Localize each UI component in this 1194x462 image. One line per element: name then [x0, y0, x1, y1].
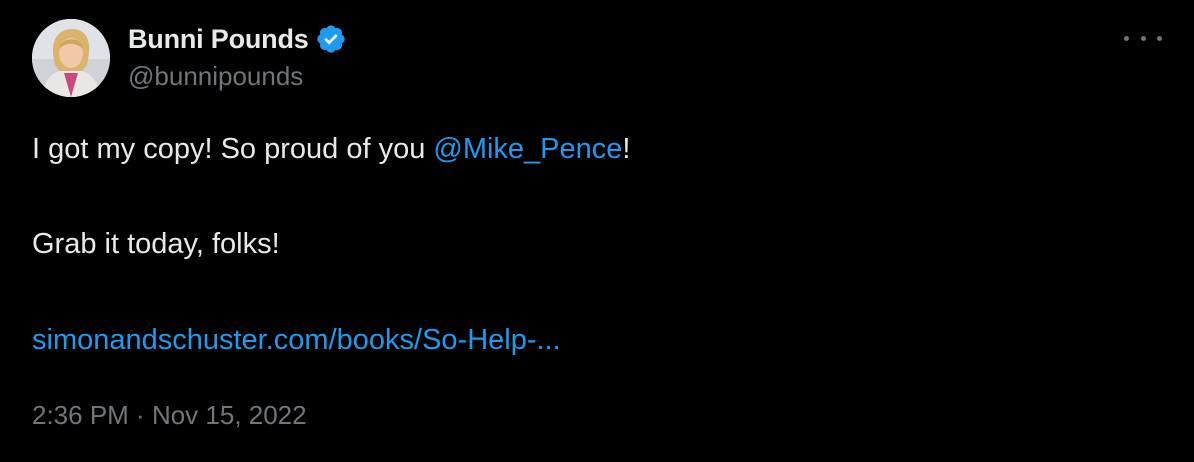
avatar[interactable] [32, 19, 110, 97]
author-handle[interactable]: @bunnipounds [128, 61, 303, 92]
tweet-text: ! [622, 133, 631, 165]
dot [1124, 35, 1129, 41]
tweet-text-line-2: Grab it today, folks! [32, 228, 280, 260]
author-name-row[interactable]: Bunni Pounds [128, 21, 347, 57]
timestamp-separator: · [128, 400, 152, 430]
tweet-date[interactable]: Nov 15, 2022 [152, 400, 307, 430]
mention-link[interactable]: @Mike_Pence [433, 133, 622, 165]
tweet-time[interactable]: 2:36 PM [32, 400, 129, 430]
verified-badge-icon [316, 25, 345, 53]
avatar-photo [32, 19, 110, 97]
dot [1157, 35, 1162, 41]
tweet-link-line: simonandschuster.com/books/So-Help-... [32, 324, 561, 357]
more-options-icon[interactable] [1124, 26, 1162, 50]
tweet-text-line-1: I got my copy! So proud of you @Mike_Pen… [32, 133, 630, 166]
tweet-card: Bunni Pounds @bunnipounds I got my copy!… [0, 0, 1194, 462]
dot [1140, 35, 1146, 41]
tweet-text: I got my copy! So proud of you [32, 133, 434, 165]
external-link[interactable]: simonandschuster.com/books/So-Help-... [32, 324, 561, 356]
tweet-timestamp[interactable]: 2:36 PM · Nov 15, 2022 [32, 400, 307, 431]
display-name[interactable]: Bunni Pounds [128, 24, 309, 55]
